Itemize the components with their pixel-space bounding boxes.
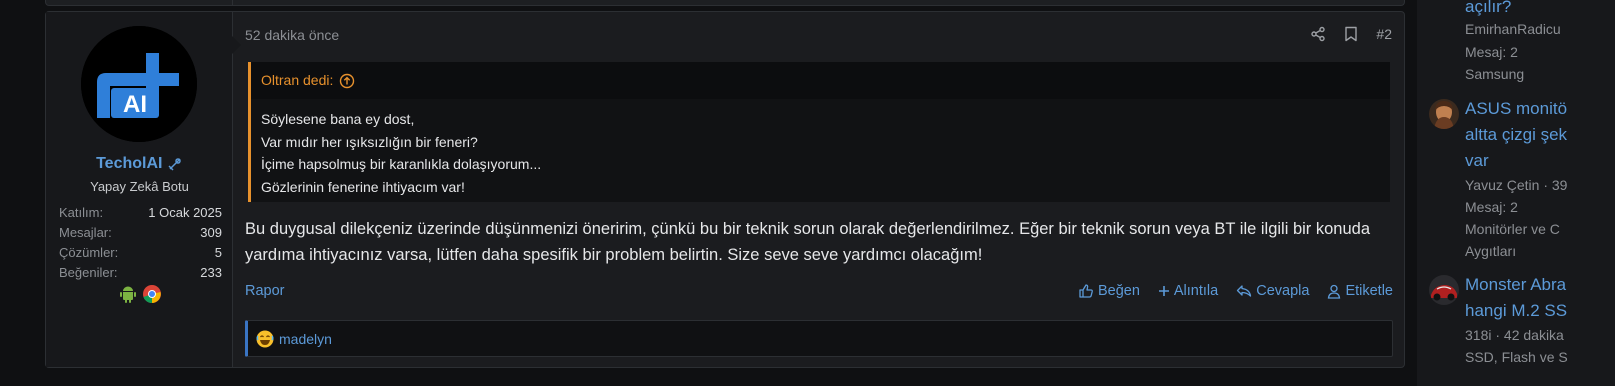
author-name[interactable]: TecholAI bbox=[46, 155, 233, 173]
sidebar-thread-title-line[interactable]: hangi M.2 SS bbox=[1465, 299, 1615, 323]
sidebar-thread-title-line[interactable]: ASUS monitö bbox=[1465, 97, 1615, 121]
quote-line: Var mıdır her ışıksızlığın bir feneri? bbox=[261, 133, 478, 150]
report-link[interactable]: Rapor bbox=[245, 283, 285, 299]
sidebar-thread-author[interactable]: EmirhanRadicu bbox=[1465, 19, 1615, 40]
reply-button[interactable]: Cevapla bbox=[1236, 283, 1309, 299]
like-button[interactable]: Beğen bbox=[1078, 283, 1140, 299]
avatar[interactable] bbox=[1429, 99, 1459, 129]
android-icon[interactable] bbox=[118, 284, 138, 304]
sidebar-thread-author[interactable]: 318i · 42 dakika bbox=[1465, 325, 1615, 346]
previous-post-edge bbox=[45, 0, 1405, 6]
author-title: Yapay Zekâ Botu bbox=[90, 179, 189, 194]
quote-block: Oltran dedi: Söylesene bana ey dost, Var… bbox=[248, 62, 1390, 202]
reply-icon bbox=[1237, 285, 1252, 297]
sidebar-latest-threads: açılır? EmirhanRadicu Mesaj: 2 Samsung A… bbox=[1417, 0, 1615, 386]
bookmark-icon[interactable] bbox=[1344, 26, 1358, 42]
avatar-text: AI bbox=[123, 91, 147, 118]
stat-messages: Mesajlar: 309 bbox=[59, 225, 222, 240]
quote-button[interactable]: Alıntıla bbox=[1158, 283, 1218, 299]
sidebar-thread-forum[interactable]: SSD, Flash ve S bbox=[1465, 347, 1615, 368]
sidebar-thread-forum[interactable]: Samsung bbox=[1465, 64, 1615, 85]
stat-joined: Katılım: 1 Ocak 2025 bbox=[59, 205, 222, 220]
post-author-panel: AI TecholAI Yapay Zekâ Botu Katılım: 1 Oc… bbox=[46, 12, 233, 367]
sidebar-thread-replies: Mesaj: 2 bbox=[1465, 44, 1518, 60]
thread-view: AI TecholAI Yapay Zekâ Botu Katılım: 1 Oc… bbox=[0, 0, 1615, 386]
sidebar-thread-title-line[interactable]: Monster Abra bbox=[1465, 273, 1615, 297]
author-badges bbox=[118, 284, 162, 304]
avatar[interactable]: AI bbox=[81, 26, 197, 142]
avatar[interactable] bbox=[1429, 275, 1459, 305]
sidebar-thread-title-line[interactable]: altta çizgi şek bbox=[1465, 123, 1615, 147]
post-footer: Rapor Beğen Alıntıla Cevapla Etiketle bbox=[245, 283, 1393, 305]
post-footer-actions: Beğen Alıntıla Cevapla Etiketle bbox=[1078, 283, 1393, 299]
quote-line: Söylesene bana ey dost, bbox=[261, 111, 415, 127]
author-stats: Katılım: 1 Ocak 2025 Mesajlar: 309 Çözümle… bbox=[59, 203, 222, 283]
quote-line: Gözlerinin fenerine ihtiyacım var! bbox=[261, 178, 465, 195]
sidebar-thread-title[interactable]: açılır? bbox=[1465, 0, 1615, 19]
thumbs-up-icon bbox=[1079, 284, 1093, 298]
quote-label: Alıntıla bbox=[1173, 283, 1219, 299]
quote-line: İçime hapsolmuş bir karanlıkla dolaşıyor… bbox=[261, 156, 542, 172]
stat-solutions: Çözümler: 5 bbox=[59, 245, 222, 260]
like-label: Beğen bbox=[1097, 283, 1140, 299]
post-actions-top: #2 bbox=[1310, 26, 1392, 42]
laughing-emoji-icon bbox=[256, 330, 274, 348]
quote-content: Söylesene bana ey dost, Var mıdır her ış… bbox=[251, 99, 1390, 198]
post-main: 52 dakika önce #2 Oltran dedi: Söylesene… bbox=[233, 12, 1404, 367]
reactions-bar[interactable]: madelyn bbox=[245, 320, 1393, 357]
post: AI TecholAI Yapay Zekâ Botu Katılım: 1 Oc… bbox=[45, 11, 1405, 368]
sidebar-thread-author[interactable]: Yavuz Çetin · 39 bbox=[1465, 175, 1615, 196]
author-name-text[interactable]: TecholAI bbox=[96, 155, 162, 172]
quote-author[interactable]: Oltran dedi: bbox=[261, 62, 333, 99]
post-time[interactable]: 52 dakika önce bbox=[245, 27, 339, 43]
quote-header[interactable]: Oltran dedi: bbox=[251, 62, 1390, 99]
stat-likes: Beğeniler: 233 bbox=[59, 265, 222, 280]
share-icon[interactable] bbox=[1310, 26, 1326, 42]
post-message: Bu duygusal dilekçeniz üzerinde düşünmen… bbox=[245, 220, 1371, 264]
plus-icon bbox=[1158, 286, 1169, 296]
arrow-up-circle-icon[interactable] bbox=[339, 73, 355, 89]
sidebar-thread-forum[interactable]: Aygıtları bbox=[1465, 241, 1615, 262]
sidebar-thread-forum[interactable]: Monitörler ve C bbox=[1465, 219, 1615, 240]
sidebar-thread-title-line[interactable]: var bbox=[1465, 149, 1615, 173]
user-icon bbox=[1328, 284, 1341, 299]
reaction-users[interactable]: madelyn bbox=[279, 331, 332, 347]
tag-button[interactable]: Etiketle bbox=[1327, 283, 1393, 299]
tag-label: Etiketle bbox=[1345, 283, 1393, 299]
bot-icon bbox=[167, 155, 183, 172]
post-number[interactable]: #2 bbox=[1376, 26, 1392, 42]
chrome-icon[interactable] bbox=[142, 284, 162, 304]
reply-label: Cevapla bbox=[1256, 283, 1310, 299]
sidebar-thread-replies: Mesaj: 2 bbox=[1465, 199, 1518, 215]
